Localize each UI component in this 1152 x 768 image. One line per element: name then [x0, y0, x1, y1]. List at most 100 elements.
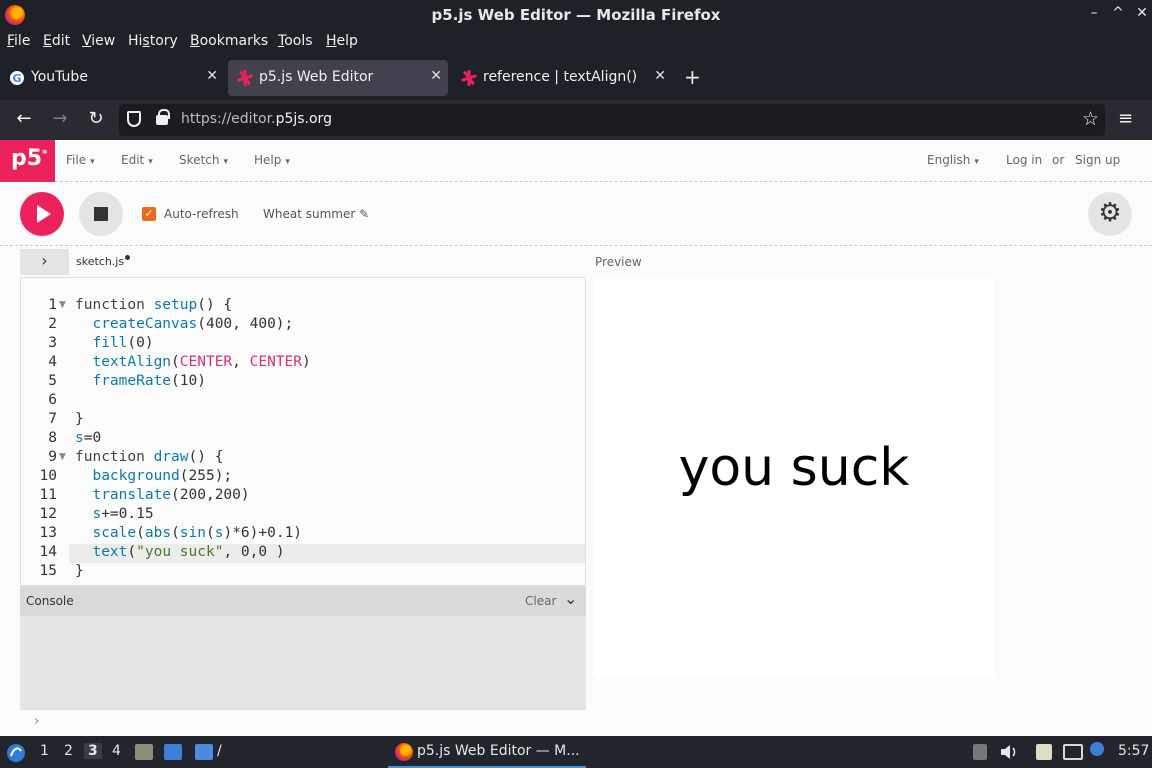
line-number: 1	[48, 297, 57, 313]
fold-arrow-icon[interactable]: ▼	[59, 452, 66, 462]
url-text[interactable]: https://editor.p5js.org	[181, 111, 332, 127]
tab-close-icon[interactable]: ✕	[430, 68, 442, 84]
tab-reference[interactable]: reference | textAlign() ✕	[452, 60, 672, 96]
line-number-gutter: 1 ▼ 2 3 4 5 6 7 8 9 ▼ 10 11 12 13 14 15	[21, 278, 69, 585]
code-line[interactable]: translate(200,200)	[75, 487, 249, 503]
tab-close-icon[interactable]: ✕	[206, 68, 218, 84]
play-button[interactable]	[20, 192, 64, 236]
taskbar-firefox-window[interactable]: p5.js Web Editor — M...	[388, 736, 586, 768]
volume-icon[interactable]	[999, 744, 1019, 760]
tab-youtube[interactable]: G YouTube ✕	[0, 60, 224, 96]
code-line[interactable]: s=0	[75, 430, 101, 446]
tab-close-icon[interactable]: ✕	[654, 68, 666, 84]
code-line[interactable]: background(255);	[75, 468, 232, 484]
code-token: =0	[83, 430, 102, 446]
p5-logo[interactable]: p5*	[0, 140, 55, 182]
file-tab-sketch-js[interactable]: sketch.js	[76, 255, 131, 268]
code-line[interactable]: function setup() {	[75, 297, 232, 313]
code-token: scale	[92, 525, 137, 541]
menu-view[interactable]: View	[82, 33, 115, 49]
workspace-4[interactable]: 4	[112, 743, 121, 759]
menu-edit[interactable]: Edit	[43, 33, 70, 49]
code-line[interactable]: textAlign(CENTER, CENTER)	[75, 354, 310, 370]
chevron-down-icon[interactable]: ⌄	[564, 589, 577, 608]
autorefresh-label[interactable]: Auto-refresh	[164, 207, 239, 221]
url-bar[interactable]: https://editor.p5js.org ☆	[119, 104, 1105, 136]
desktop-icon[interactable]	[164, 744, 182, 760]
new-tab-button[interactable]: +	[684, 65, 701, 89]
fold-arrow-icon[interactable]: ▼	[59, 300, 66, 310]
code-line[interactable]: frameRate(10)	[75, 373, 206, 389]
tab-p5-editor[interactable]: p5.js Web Editor ✕	[228, 60, 448, 96]
stop-button[interactable]	[79, 192, 123, 236]
console-input[interactable]: ›	[20, 709, 586, 736]
editor-workspace: › sketch.js Preview 1 ▼ 2 3 4 5 6 7 8 9 ▼ 10 11 12 13 1…	[0, 247, 1152, 736]
update-notification-icon[interactable]	[1090, 742, 1104, 756]
code-editor[interactable]: 1 ▼ 2 3 4 5 6 7 8 9 ▼ 10 11 12 13 14 15 function setup()…	[20, 277, 586, 586]
code-token: CENTER	[249, 354, 303, 370]
menu-file[interactable]: File	[7, 33, 30, 49]
menu-help[interactable]: Help	[326, 33, 358, 49]
code-token: setup	[153, 297, 198, 313]
sidebar-toggle-button[interactable]: ›	[20, 249, 69, 275]
menu-bookmarks[interactable]: Bookmarks	[190, 33, 268, 49]
code-line[interactable]: function draw() {	[75, 449, 223, 465]
settings-gear-button[interactable]: ⚙	[1088, 192, 1132, 236]
back-button[interactable]: ←	[12, 108, 36, 129]
signup-link[interactable]: Sign up	[1075, 153, 1120, 167]
slash-text: /	[217, 743, 222, 759]
sketch-name[interactable]: Wheat summer ✎	[263, 207, 369, 221]
menu-history[interactable]: History	[128, 33, 178, 49]
line-number: 13	[39, 525, 57, 541]
code-token: (	[136, 525, 145, 541]
pencil-icon[interactable]: ✎	[359, 207, 369, 221]
line-number: 4	[48, 354, 57, 370]
p5-menu-file[interactable]: File ▾	[66, 153, 95, 167]
minimize-button[interactable]: –	[1084, 5, 1104, 21]
clipboard-icon[interactable]	[973, 744, 987, 760]
folder-icon[interactable]	[195, 744, 213, 760]
start-menu-icon[interactable]	[6, 743, 26, 763]
forward-button[interactable]: →	[48, 108, 72, 129]
code-line[interactable]: createCanvas(400, 400);	[75, 316, 293, 332]
window-title: p5.js Web Editor — Mozilla Firefox	[431, 6, 721, 24]
code-line[interactable]: scale(abs(sin(s)*6)+0.1)	[75, 525, 302, 541]
firefox-logo-icon	[395, 743, 413, 761]
p5-menu-help[interactable]: Help ▾	[254, 153, 290, 167]
language-selector[interactable]: English ▾	[927, 153, 979, 167]
preview-canvas[interactable]: you suck	[594, 277, 994, 677]
lock-icon[interactable]	[156, 109, 170, 125]
code-line[interactable]: fill(0)	[75, 335, 153, 351]
code-token: frameRate	[92, 373, 172, 389]
code-token: () {	[197, 297, 233, 313]
bookmark-star-icon[interactable]: ☆	[1082, 108, 1099, 130]
code-line[interactable]: }	[75, 563, 84, 579]
p5-asterisk-icon	[237, 70, 253, 86]
code-line[interactable]: text("you suck", 0,0 )	[75, 544, 284, 560]
app-menu-icon[interactable]: ≡	[1118, 108, 1133, 129]
code-token: function	[75, 297, 154, 313]
workspace-2[interactable]: 2	[64, 743, 73, 759]
shield-icon[interactable]	[127, 111, 141, 127]
notes-icon[interactable]	[1036, 744, 1052, 760]
p5-menu-sketch[interactable]: Sketch ▾	[179, 153, 228, 167]
login-link[interactable]: Log in	[1006, 153, 1042, 167]
reload-button[interactable]: ↻	[84, 108, 108, 129]
network-icon[interactable]	[1063, 744, 1083, 760]
menu-tools[interactable]: Tools	[278, 33, 313, 49]
workspace-3[interactable]: 3	[84, 743, 102, 759]
workspace-1[interactable]: 1	[40, 743, 49, 759]
code-token: (10)	[171, 373, 206, 389]
code-line[interactable]: }	[75, 411, 84, 427]
code-line[interactable]: s+=0.15	[75, 506, 153, 522]
code-token: createCanvas	[92, 316, 198, 332]
console-clear-button[interactable]: Clear	[525, 594, 556, 608]
p5-menu-edit[interactable]: Edit ▾	[121, 153, 153, 167]
file-cabinet-icon[interactable]	[135, 744, 153, 760]
close-window-button[interactable]: ✕	[1132, 5, 1152, 21]
maximize-button[interactable]: ^	[1108, 5, 1128, 21]
autorefresh-checkbox[interactable]: ✓	[142, 207, 156, 221]
